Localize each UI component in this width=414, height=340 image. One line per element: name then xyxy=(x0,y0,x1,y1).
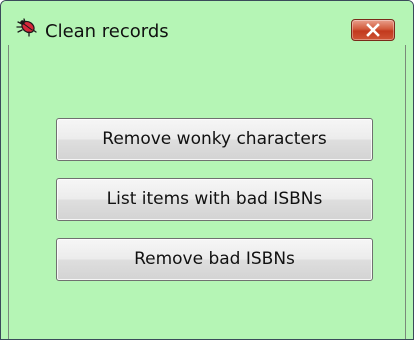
remove-wonky-characters-button[interactable]: Remove wonky characters xyxy=(56,118,373,161)
title-bar[interactable]: Clean records xyxy=(1,1,413,45)
list-bad-isbns-button[interactable]: List items with bad ISBNs xyxy=(56,178,373,221)
close-button[interactable] xyxy=(351,19,395,41)
content-panel: Remove wonky characters List items with … xyxy=(8,45,406,339)
close-icon xyxy=(366,23,380,37)
remove-bad-isbns-button[interactable]: Remove bad ISBNs xyxy=(56,238,373,281)
clean-records-window: Clean records Remove wonky characters Li… xyxy=(0,0,414,340)
bug-icon xyxy=(15,16,37,38)
window-title: Clean records xyxy=(45,21,169,42)
